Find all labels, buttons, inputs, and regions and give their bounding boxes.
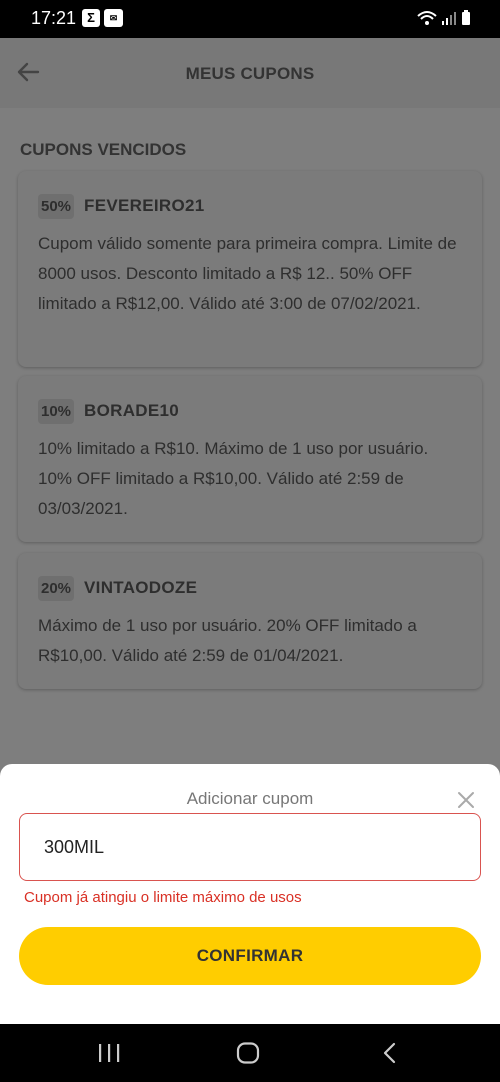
coupon-card[interactable]: 20% VINTAODOZE Máximo de 1 uso por usuár…	[18, 553, 482, 689]
wifi-icon	[417, 11, 437, 25]
coupon-description: Cupom válido somente para primeira compr…	[38, 234, 457, 313]
signal-icon	[442, 12, 456, 25]
coupon-card[interactable]: 50% FEVEREIRO21 Cupom válido somente par…	[18, 171, 482, 367]
back-icon[interactable]	[378, 1042, 404, 1064]
coupon-description: Máximo de 1 uso por usuário. 20% OFF lim…	[38, 616, 417, 665]
sheet-title: Adicionar cupom	[186, 789, 314, 808]
discount-badge: 20%	[38, 575, 75, 601]
coupon-code-input[interactable]	[19, 813, 481, 881]
error-message: Cupom já atingiu o limite máximo de usos	[24, 889, 302, 906]
status-icons	[416, 9, 472, 27]
coupon-code: VINTAODOZE	[84, 578, 198, 597]
coupon-code: BORADE10	[84, 401, 180, 420]
navigation-bar	[0, 1024, 500, 1082]
discount-badge: 10%	[38, 398, 75, 424]
coupon-card[interactable]: 10% BORADE10 10% limitado a R$10. Máximo…	[18, 376, 482, 542]
recent-apps-icon[interactable]	[96, 1042, 122, 1064]
status-time: 17:21	[31, 8, 77, 28]
home-icon[interactable]	[235, 1042, 261, 1064]
discount-badge: 50%	[38, 193, 75, 219]
close-icon[interactable]	[456, 790, 476, 810]
add-coupon-sheet: Adicionar cupom Cupom já atingiu o limit…	[0, 764, 500, 1024]
app-header: MEUS CUPONS	[0, 38, 500, 108]
coupon-description: 10% limitado a R$10. Máximo de 1 uso por…	[38, 439, 429, 518]
coupons-screen: MEUS CUPONS CUPONS VENCIDOS 50% FEVEREIR…	[0, 38, 500, 764]
battery-icon	[462, 10, 470, 25]
sigma-notification-icon: Σ	[82, 9, 100, 27]
coupon-code: FEVEREIRO21	[84, 196, 205, 215]
section-title: CUPONS VENCIDOS	[20, 140, 187, 159]
status-bar: 17:21 Σ ✉	[0, 0, 500, 38]
confirm-button[interactable]: CONFIRMAR	[19, 927, 481, 985]
page-title: MEUS CUPONS	[185, 64, 315, 83]
message-notification-icon: ✉	[104, 9, 123, 27]
